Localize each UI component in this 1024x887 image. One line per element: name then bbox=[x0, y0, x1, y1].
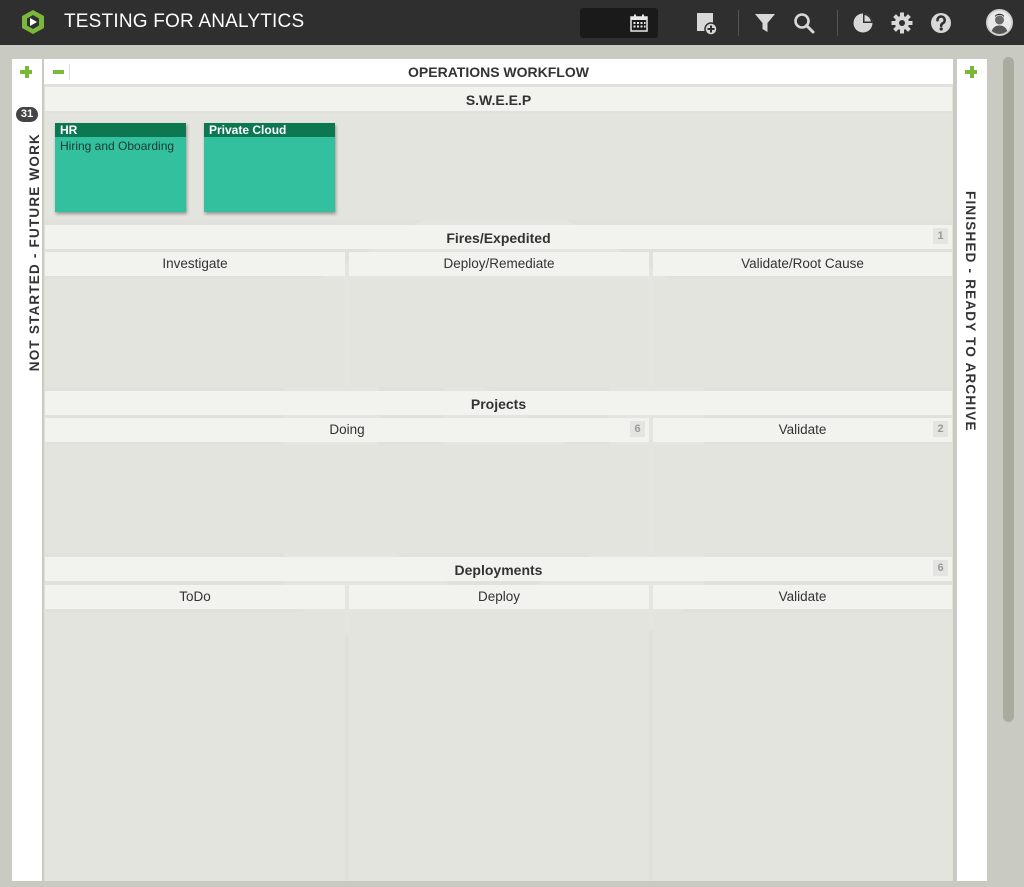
app-logo-icon[interactable] bbox=[22, 10, 44, 34]
calendar-icon bbox=[629, 14, 648, 32]
wip-limit-badge: 2 bbox=[933, 421, 948, 437]
card-title: Hiring and Oboarding bbox=[60, 139, 175, 153]
vertical-scrollbar[interactable] bbox=[1003, 57, 1014, 722]
lane-body-doing[interactable] bbox=[45, 445, 649, 553]
search-icon bbox=[794, 13, 815, 34]
lane-card-count-badge: 31 bbox=[16, 107, 38, 122]
add-card-button[interactable] bbox=[691, 8, 721, 38]
sub-lane-header-deploy[interactable]: Deploy bbox=[349, 585, 649, 609]
collapse-minus-icon[interactable] bbox=[50, 64, 70, 80]
gear-icon bbox=[891, 12, 913, 34]
lane-header-projects[interactable]: Projects bbox=[45, 391, 952, 415]
lane-body-todo[interactable] bbox=[45, 612, 345, 881]
sub-lane-title: Validate bbox=[778, 589, 827, 604]
sub-lane-header-validate[interactable]: Validate 2 bbox=[653, 418, 952, 442]
lane-title: NOT STARTED - FUTURE WORK bbox=[27, 133, 42, 372]
sub-lane-header-validate[interactable]: Validate bbox=[653, 585, 952, 609]
view-toggle bbox=[580, 8, 658, 38]
lane-title: S.W.E.E.P bbox=[465, 92, 532, 108]
lane-body-validate[interactable] bbox=[653, 445, 952, 553]
sub-lane-header-doing[interactable]: Doing 6 bbox=[45, 418, 649, 442]
lane-body-investigate[interactable] bbox=[45, 279, 345, 387]
lane-header-sweep[interactable]: S.W.E.E.P bbox=[45, 87, 952, 111]
lane-header-deployments[interactable]: Deployments 6 bbox=[45, 557, 952, 581]
lane-title: Deployments bbox=[454, 562, 543, 578]
card-type-label: Private Cloud bbox=[204, 123, 335, 137]
top-bar: TESTING FOR ANALYTICS bbox=[0, 0, 1024, 45]
user-avatar-icon bbox=[988, 11, 1011, 34]
wip-limit-badge: 6 bbox=[630, 421, 645, 437]
sub-lane-header-deploy-remediate[interactable]: Deploy/Remediate bbox=[349, 252, 649, 276]
board-title: OPERATIONS WORKFLOW bbox=[408, 64, 589, 80]
board-header: OPERATIONS WORKFLOW bbox=[44, 59, 953, 84]
lane-body-deploy[interactable] bbox=[349, 612, 649, 881]
finished-lane[interactable]: FINISHED - READY TO ARCHIVE bbox=[957, 59, 987, 881]
toolbar-divider bbox=[837, 10, 838, 36]
card-title bbox=[204, 137, 335, 141]
lane-body-deploy-remediate[interactable] bbox=[349, 279, 649, 387]
not-started-lane[interactable]: 31 NOT STARTED - FUTURE WORK bbox=[12, 59, 42, 881]
search-button[interactable] bbox=[789, 8, 819, 38]
card[interactable]: HR Hiring and Oboarding bbox=[55, 123, 186, 212]
app-title: TESTING FOR ANALYTICS bbox=[64, 11, 305, 32]
board: OPERATIONS WORKFLOW S.W.E.E.P HR Hiring … bbox=[44, 59, 953, 881]
analytics-button[interactable] bbox=[848, 8, 878, 38]
sub-lane-title: Deploy bbox=[477, 589, 521, 604]
sub-lane-title: Doing bbox=[329, 422, 365, 437]
sub-lane-title: Validate/Root Cause bbox=[741, 256, 864, 271]
lane-title: Fires/Expedited bbox=[446, 230, 551, 246]
filter-button[interactable] bbox=[750, 8, 780, 38]
add-card-icon bbox=[697, 13, 718, 35]
help-icon bbox=[931, 13, 951, 33]
sub-lane-header-validate-root-cause[interactable]: Validate/Root Cause bbox=[653, 252, 952, 276]
lane-header-fires-expedited[interactable]: Fires/Expedited 1 bbox=[45, 225, 952, 249]
avatar[interactable] bbox=[986, 9, 1013, 36]
toolbar-divider bbox=[738, 10, 739, 36]
settings-button[interactable] bbox=[887, 8, 917, 38]
calendar-view-button[interactable] bbox=[619, 8, 658, 38]
wip-limit-badge: 6 bbox=[933, 560, 948, 576]
add-card-plus-icon[interactable] bbox=[964, 65, 980, 81]
sub-lane-title: Investigate bbox=[162, 256, 228, 271]
filter-icon bbox=[755, 14, 775, 32]
lane-title: Projects bbox=[470, 396, 527, 412]
analytics-icon bbox=[853, 13, 873, 33]
lane-body-validate[interactable] bbox=[653, 612, 952, 881]
card[interactable]: Private Cloud bbox=[204, 123, 335, 212]
sub-lane-title: ToDo bbox=[179, 589, 211, 604]
help-button[interactable] bbox=[926, 8, 956, 38]
sub-lane-header-todo[interactable]: ToDo bbox=[45, 585, 345, 609]
sub-lane-title: Validate bbox=[778, 422, 827, 437]
lane-body-validate-root-cause[interactable] bbox=[653, 279, 952, 387]
sub-lane-title: Deploy/Remediate bbox=[443, 256, 555, 271]
card-type-label: HR bbox=[55, 123, 186, 137]
lane-title: FINISHED - READY TO ARCHIVE bbox=[963, 191, 978, 432]
add-card-plus-icon[interactable] bbox=[19, 65, 35, 81]
wip-limit-badge: 1 bbox=[933, 228, 948, 244]
sub-lane-header-investigate[interactable]: Investigate bbox=[45, 252, 345, 276]
